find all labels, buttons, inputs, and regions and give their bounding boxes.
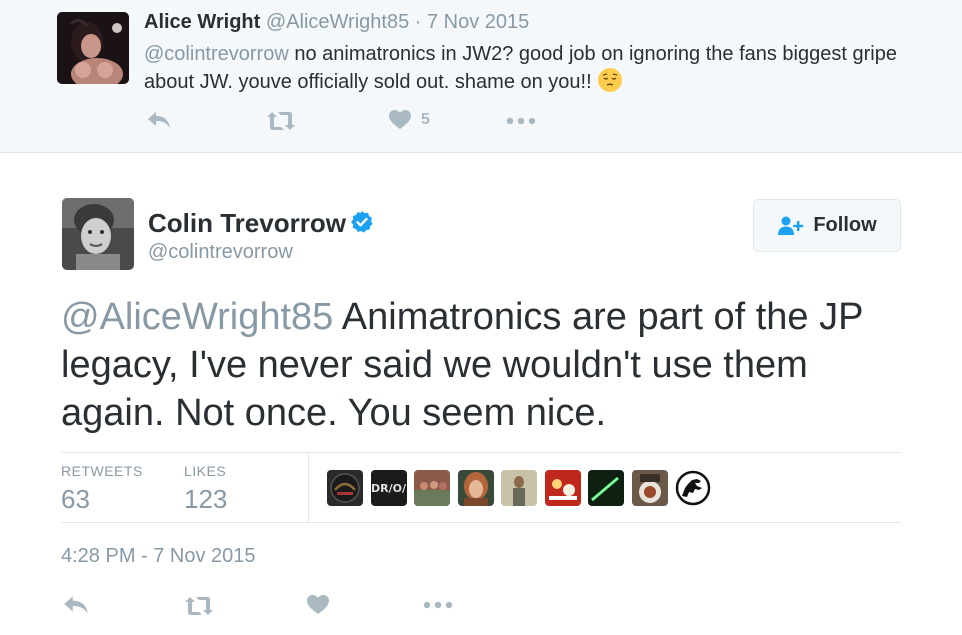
reply-button[interactable] [146, 109, 172, 131]
liker-avatar[interactable] [675, 470, 711, 506]
reply-author-handle[interactable]: @AliceWright85 [266, 11, 409, 33]
more-button[interactable] [423, 600, 453, 610]
retweet-icon [185, 597, 213, 615]
retweet-button[interactable] [266, 110, 296, 132]
like-button[interactable] [306, 593, 330, 617]
separator-dot: · [414, 11, 422, 33]
retweets-count[interactable]: 63 [61, 484, 90, 515]
heart-icon [389, 110, 411, 129]
liker-avatar[interactable] [457, 470, 494, 506]
liker-avatars: DR/O/ [327, 470, 719, 506]
reply-icon [148, 112, 170, 128]
reply-author-name[interactable]: Alice Wright [144, 11, 260, 33]
liker-avatar[interactable] [588, 470, 624, 506]
heart-icon [307, 595, 329, 614]
verified-badge-icon [350, 210, 374, 234]
reply-context-tweet[interactable]: Alice Wright @AliceWright85 · 7 Nov 2015… [0, 0, 962, 153]
like-button[interactable]: 5 [388, 108, 430, 132]
colin-trevorrow-avatar[interactable] [62, 198, 134, 270]
liker-avatar[interactable] [544, 470, 581, 506]
reply-icon [64, 596, 88, 614]
author-handle[interactable]: @colintrevorrow [148, 241, 293, 264]
tweet-timestamp[interactable]: 4:28 PM - 7 Nov 2015 [61, 545, 256, 568]
liker-avatar[interactable] [327, 470, 363, 506]
liker-avatar[interactable] [501, 470, 537, 506]
more-button[interactable] [506, 116, 536, 126]
reply-header: Alice Wright @AliceWright85 · 7 Nov 2015 [144, 11, 529, 34]
reply-button[interactable] [62, 593, 90, 617]
follow-label: Follow [813, 214, 877, 236]
add-user-icon [777, 215, 805, 237]
liker-avatar[interactable] [414, 470, 450, 506]
tweet-text: @AliceWright85 Animatronics are part of … [61, 293, 921, 437]
tweet-mention-link[interactable]: @AliceWright85 [61, 296, 333, 338]
author-name-text[interactable]: Colin Trevorrow [148, 208, 346, 238]
reply-mention-link[interactable]: @colintrevorrow [144, 43, 289, 65]
author-name[interactable]: Colin Trevorrow [148, 208, 374, 239]
stats-divider-top [61, 452, 901, 453]
likes-label[interactable]: LIKES [184, 463, 226, 479]
stats-vertical-divider [308, 453, 309, 522]
more-dots-icon [423, 601, 453, 609]
stats-divider-bottom [61, 522, 901, 523]
reply-date[interactable]: 7 Nov 2015 [427, 11, 529, 33]
liker-avatar-label: DR/O/ [371, 481, 406, 495]
like-count: 5 [421, 111, 430, 128]
retweet-icon [267, 112, 295, 130]
more-dots-icon [506, 117, 536, 125]
reply-text: @colintrevorrow no animatronics in JW2? … [144, 40, 904, 96]
pensive-face-icon [597, 68, 622, 92]
follow-button[interactable]: Follow [753, 199, 901, 252]
liker-avatar[interactable]: DR/O/ [370, 470, 407, 506]
retweets-label[interactable]: RETWEETS [61, 463, 143, 479]
alice-wright-avatar[interactable] [57, 12, 129, 84]
likes-count[interactable]: 123 [184, 484, 227, 515]
retweet-button[interactable] [183, 595, 215, 617]
liker-avatar[interactable] [631, 470, 668, 506]
